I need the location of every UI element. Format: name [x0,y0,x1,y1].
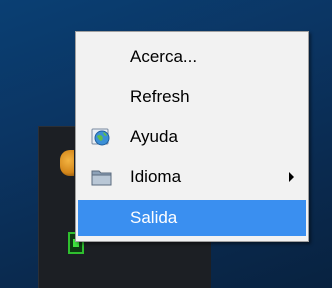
menu-item-acerca[interactable]: Acerca... [78,39,306,75]
menu-item-label: Refresh [130,87,190,106]
menu-item-label: Salida [130,208,178,227]
context-menu: Acerca... Refresh Ayuda Idioma Salida [75,31,309,242]
help-globe-icon [91,127,111,147]
submenu-arrow-icon [289,172,294,182]
menu-item-ayuda[interactable]: Ayuda [78,119,306,155]
menu-item-idioma[interactable]: Idioma [78,159,306,195]
menu-item-refresh[interactable]: Refresh [78,79,306,115]
folder-icon [91,167,112,187]
tray-app-icon[interactable] [60,150,74,176]
menu-item-label: Idioma [130,167,182,186]
menu-item-label: Ayuda [130,127,178,146]
menu-item-salida[interactable]: Salida [78,200,306,236]
menu-item-label: Acerca... [130,47,198,66]
